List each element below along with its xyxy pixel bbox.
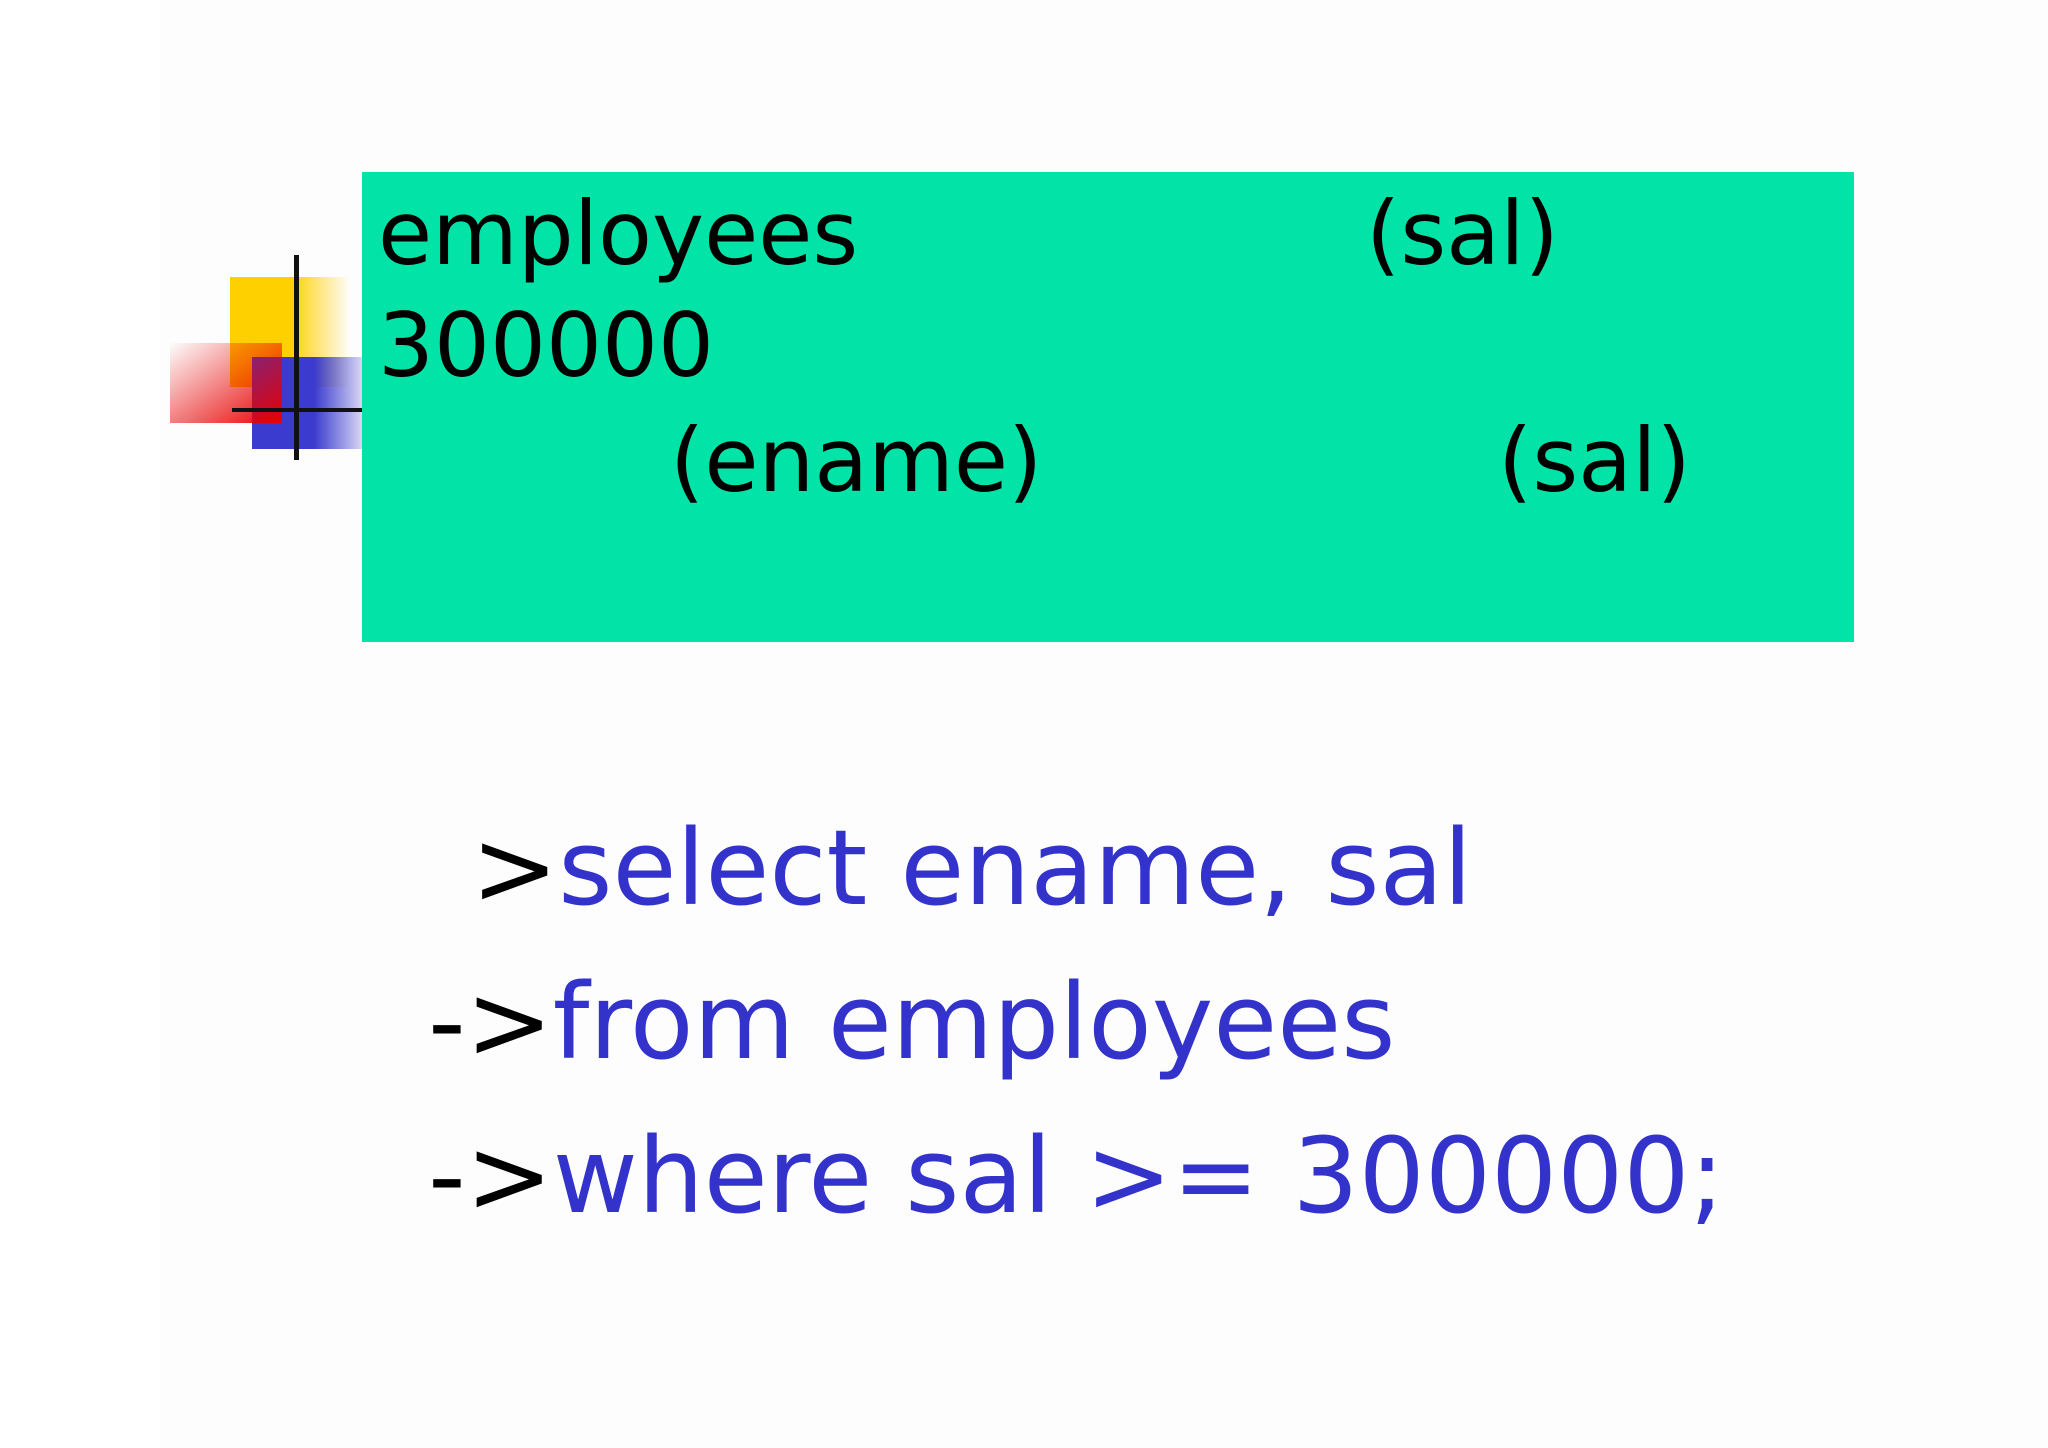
logo-horizontal-line <box>232 408 365 412</box>
query-line-where: ->where sal >= 300000; <box>362 1020 1724 1228</box>
prompt-symbol: -> <box>428 1115 553 1237</box>
slide-logo-icon <box>170 255 365 460</box>
table-name-text: employees <box>378 182 859 285</box>
logo-vertical-line <box>294 255 299 460</box>
threshold-value-text: 300000 <box>378 294 714 397</box>
column-ename-text: (ename) <box>670 409 1043 512</box>
column-sal-text-2: (sal) <box>1498 409 1691 512</box>
description-box: employees (sal) 300000 (ename) (sal) <box>362 172 1854 642</box>
column-sal-text: (sal) <box>1366 182 1559 285</box>
where-clause: where sal >= 300000; <box>552 1115 1725 1237</box>
